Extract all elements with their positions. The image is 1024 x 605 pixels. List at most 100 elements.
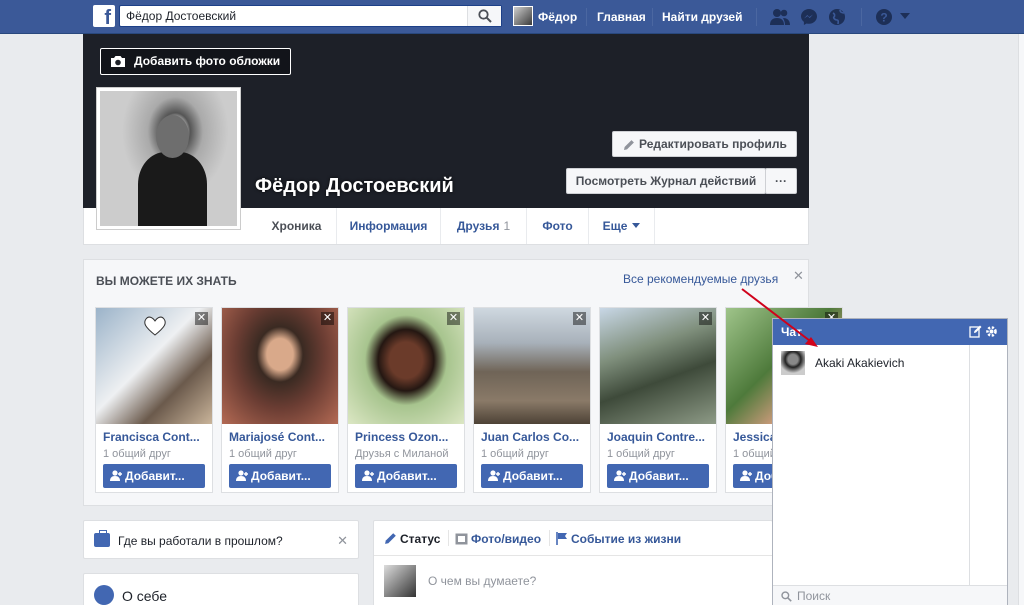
pencil-icon xyxy=(624,140,634,150)
mutual-friends[interactable]: 1 общий друг xyxy=(481,448,587,460)
close-icon[interactable]: ✕ xyxy=(793,268,804,284)
tab-photos[interactable]: Фото xyxy=(527,208,589,244)
tab-about[interactable]: Информация xyxy=(337,208,441,244)
tab-timeline[interactable]: Хроника xyxy=(257,208,337,244)
add-friend-label: Добавит... xyxy=(251,469,311,483)
messages-icon[interactable] xyxy=(800,8,818,26)
briefcase-icon xyxy=(94,530,110,547)
remove-suggestion-button[interactable]: ✕ xyxy=(573,312,586,325)
more-options-button[interactable]: ··· xyxy=(765,168,797,194)
composer-avatar xyxy=(384,565,416,597)
add-cover-photo-button[interactable]: Добавить фото обложки xyxy=(100,48,292,75)
search-icon xyxy=(478,9,492,23)
help-icon[interactable]: ? xyxy=(875,8,893,26)
add-friend-button[interactable]: Добавит... xyxy=(103,464,205,488)
suggestion-photo[interactable]: ✕ xyxy=(348,308,464,424)
notifications-globe-icon[interactable] xyxy=(828,8,846,26)
remove-suggestion-button[interactable]: ✕ xyxy=(447,312,460,325)
composer-input[interactable]: О чем вы думаете? xyxy=(428,574,536,588)
add-friend-label: Добавит... xyxy=(503,469,563,483)
remove-suggestion-button[interactable]: ✕ xyxy=(321,312,334,325)
add-friend-icon xyxy=(110,470,122,481)
work-prompt-text[interactable]: Где вы работали в прошлом? xyxy=(118,534,283,548)
user-avatar[interactable] xyxy=(513,6,533,26)
mutual-friends[interactable]: Друзья с Миланой xyxy=(355,448,461,460)
top-bar: f Фёдор Главная Найти друзей ? xyxy=(0,0,1024,34)
mutual-friends[interactable]: 1 общий друг xyxy=(103,448,209,460)
friends-count: 1 xyxy=(503,219,511,233)
add-friend-button[interactable]: Добавит... xyxy=(481,464,583,488)
see-all-suggestions-link[interactable]: Все рекомендуемые друзья xyxy=(623,272,778,286)
tab-more[interactable]: Еще xyxy=(589,208,655,244)
tab-friends-label: Друзья xyxy=(456,219,500,233)
add-cover-photo-label: Добавить фото обложки xyxy=(134,54,281,68)
add-friend-label: Добавит... xyxy=(629,469,689,483)
add-friend-label: Добавит... xyxy=(377,469,437,483)
suggestion-name[interactable]: Francisca Cont... xyxy=(103,430,209,444)
mutual-friends[interactable]: 1 общий друг xyxy=(229,448,335,460)
page-scrollbar[interactable] xyxy=(1018,34,1024,605)
find-friends-link[interactable]: Найти друзей xyxy=(662,10,742,24)
composer-tab-life-event[interactable]: Событие из жизни xyxy=(556,532,681,546)
remove-suggestion-button[interactable]: ✕ xyxy=(699,312,712,325)
close-icon[interactable]: ✕ xyxy=(337,533,348,549)
add-friend-button[interactable]: Добавит... xyxy=(355,464,457,488)
divider xyxy=(586,8,587,26)
suggestion-card: ✕ Mariajosé Cont... 1 общий друг Добавит… xyxy=(221,307,339,493)
add-friend-icon xyxy=(614,470,626,481)
work-prompt-card: Где вы работали в прошлом? ✕ xyxy=(83,520,359,559)
edit-profile-label: Редактировать профиль xyxy=(639,137,787,151)
activity-log-button[interactable]: Посмотреть Журнал действий xyxy=(566,168,766,194)
divider xyxy=(652,8,653,26)
add-friend-icon xyxy=(362,470,374,481)
composer-tab-photo[interactable]: Фото/видео xyxy=(455,532,541,546)
search-input[interactable] xyxy=(120,6,460,26)
suggestion-photo[interactable]: ✕ xyxy=(600,308,716,424)
search-button[interactable] xyxy=(467,6,501,26)
gear-icon[interactable] xyxy=(985,325,998,338)
photo-icon xyxy=(455,533,468,545)
cover-photo: Добавить фото обложки Фёдор Достоевский … xyxy=(83,34,809,230)
divider xyxy=(756,8,757,26)
chat-header[interactable]: Чат xyxy=(773,319,1007,345)
remove-suggestion-button[interactable]: ✕ xyxy=(195,312,208,325)
suggestion-name[interactable]: Juan Carlos Co... xyxy=(481,430,587,444)
tab-photos-label: Фото xyxy=(542,219,573,233)
chevron-down-icon[interactable] xyxy=(900,12,910,20)
add-friend-button[interactable]: Добавит... xyxy=(607,464,709,488)
chat-sidebar: Чат Akaki Akakievich Поиск xyxy=(772,318,1008,605)
suggestion-name[interactable]: Joaquin Contre... xyxy=(607,430,713,444)
divider xyxy=(861,8,862,26)
add-friend-icon xyxy=(740,470,752,481)
mutual-friends[interactable]: 1 общий друг xyxy=(607,448,713,460)
suggestion-photo[interactable]: ✕ xyxy=(222,308,338,424)
profile-name[interactable]: Фёдор Достоевский xyxy=(255,175,454,198)
profile-picture[interactable] xyxy=(96,87,241,230)
search-icon xyxy=(781,591,792,602)
chat-contact[interactable]: Akaki Akakievich xyxy=(781,351,971,377)
profile-link[interactable]: Фёдор xyxy=(538,10,577,24)
divider xyxy=(448,530,449,546)
composer-tab-status[interactable]: Статус xyxy=(384,532,440,546)
edit-profile-button[interactable]: Редактировать профиль xyxy=(612,131,797,157)
suggestion-name[interactable]: Princess Ozon... xyxy=(355,430,461,444)
tab-friends[interactable]: Друзья 1 xyxy=(441,208,527,244)
add-friend-icon xyxy=(488,470,500,481)
new-message-icon[interactable] xyxy=(969,325,982,338)
friend-requests-icon[interactable] xyxy=(769,8,791,26)
suggestion-name[interactable]: Mariajosé Cont... xyxy=(229,430,335,444)
suggestion-photo[interactable]: ✕ xyxy=(474,308,590,424)
facebook-logo-icon[interactable]: f xyxy=(93,5,115,27)
activity-log-label: Посмотреть Журнал действий xyxy=(575,174,757,188)
search-box[interactable] xyxy=(119,5,502,27)
contact-avatar xyxy=(781,351,805,375)
add-friend-label: Добавит... xyxy=(125,469,185,483)
suggestion-photo[interactable]: ✕ xyxy=(96,308,212,424)
contact-name: Akaki Akakievich xyxy=(815,356,905,370)
add-friend-button[interactable]: Добавит... xyxy=(229,464,331,488)
about-title[interactable]: О себе xyxy=(122,588,167,604)
composer-tab-status-label: Статус xyxy=(400,532,441,546)
chat-search-input[interactable]: Поиск xyxy=(773,585,1007,605)
home-link[interactable]: Главная xyxy=(597,10,646,24)
suggestion-card: ✕ Juan Carlos Co... 1 общий друг Добавит… xyxy=(473,307,591,493)
